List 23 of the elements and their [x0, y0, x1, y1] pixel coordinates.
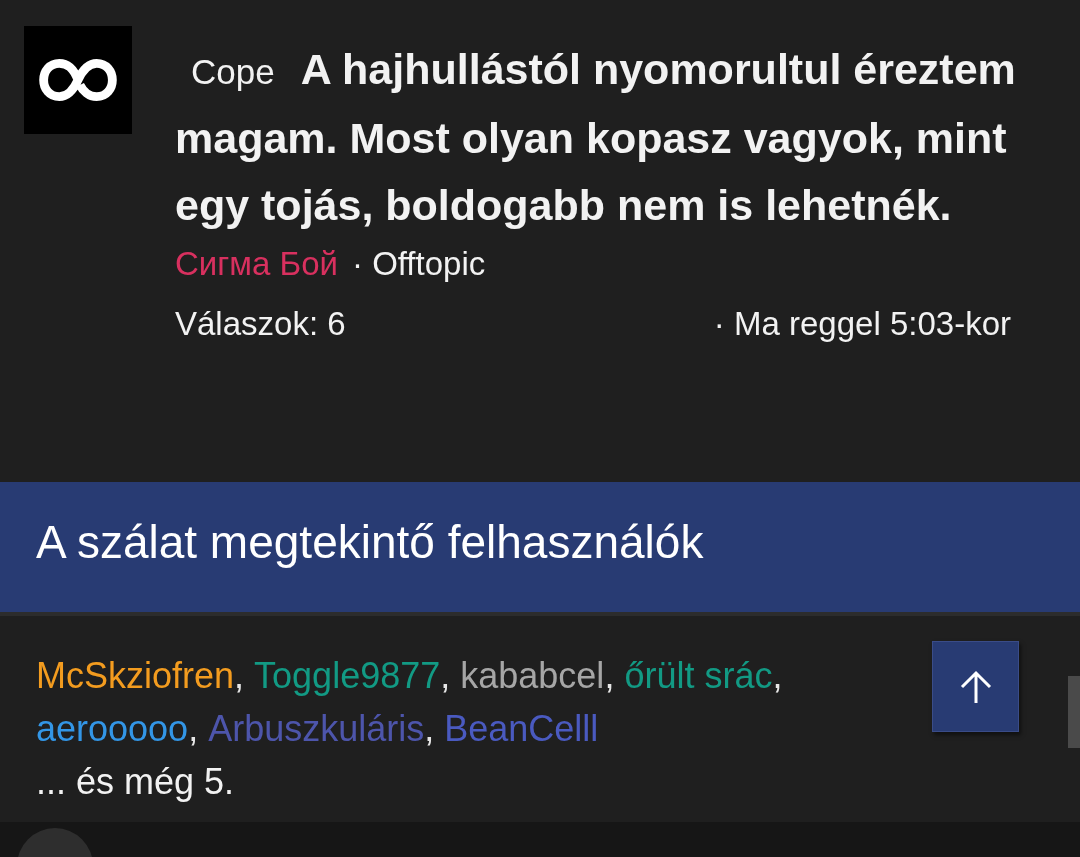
username-link[interactable]: McSkziofren: [36, 655, 235, 696]
separator-text: ,: [234, 655, 245, 696]
post-time: · Ma reggel 5:03-kor: [713, 304, 1011, 344]
separator-text: ,: [440, 655, 451, 696]
thread-title[interactable]: Cope A hajhullástól nyomorultul éreztem magam. Most olyan kopasz vagyok, mint egy tojás, boldogabb nem is lehetnék.: [175, 36, 1025, 239]
reply-count: Válaszok: 6: [175, 304, 346, 344]
section-heading: A szálat megtekintő felhasználók: [0, 482, 1080, 616]
separator-text: ,: [188, 708, 199, 749]
separator-text: ,: [424, 708, 435, 749]
forum-link[interactable]: · Offtopic: [351, 241, 486, 287]
username-link[interactable]: Toggle9877: [254, 655, 441, 696]
separator-text: ,: [604, 655, 615, 696]
username-link[interactable]: aerooooo: [36, 708, 189, 749]
circle-button[interactable]: [15, 826, 95, 857]
username-link[interactable]: kababcel: [460, 655, 605, 696]
scrollbar[interactable]: [1068, 676, 1080, 748]
forum-logo-icon: [24, 26, 132, 134]
more-users-text: ... és még 5.: [36, 760, 236, 804]
separator-text: ,: [772, 655, 783, 696]
username-link[interactable]: BeanCelll: [444, 708, 599, 749]
author-link[interactable]: Сигма Бой: [175, 241, 338, 287]
scroll-top-button[interactable]: [932, 641, 1019, 732]
username-link[interactable]: őrült srác: [624, 655, 773, 696]
